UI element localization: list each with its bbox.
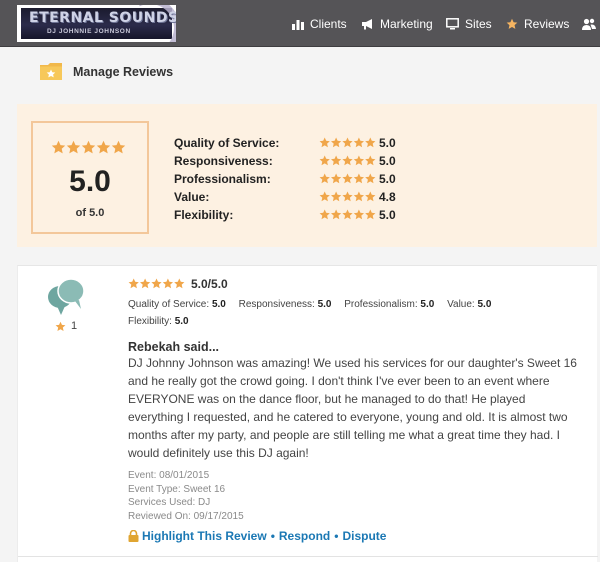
- highlight-review-link[interactable]: Highlight This Review: [142, 529, 267, 543]
- review-author: Rebekah said...: [128, 340, 220, 354]
- category-label: Responsiveness:: [174, 154, 273, 168]
- review-category-label: Value:: [447, 299, 475, 310]
- category-row-responsiveness: Responsiveness: 5.0: [174, 154, 414, 169]
- brand-logo[interactable]: ETERNAL SOUNDS DJ JOHNNIE JOHNSON: [17, 5, 176, 42]
- category-star-rating: [319, 137, 376, 148]
- megaphone-icon: [362, 19, 372, 30]
- overall-star-rating: [51, 140, 126, 154]
- users-icon: [582, 18, 596, 30]
- nav-reviews[interactable]: Reviews: [506, 16, 569, 32]
- review-category-scores: Quality of Service: 5.0 Responsiveness: …: [128, 296, 568, 330]
- logo-banner: ETERNAL SOUNDS DJ JOHNNIE JOHNSON: [21, 5, 176, 42]
- category-star-rating: [319, 209, 376, 220]
- category-value: 5.0: [379, 154, 396, 168]
- review-category-label: Responsiveness:: [238, 299, 315, 310]
- review-score: 5.0/5.0: [191, 277, 228, 291]
- review-actions: Highlight This Review • Respond • Disput…: [128, 529, 386, 543]
- logo-title: ETERNAL SOUNDS: [29, 10, 176, 26]
- review-like-count[interactable]: 1: [55, 320, 77, 332]
- review-category-value: 5.0: [174, 316, 189, 327]
- rating-summary-panel: 5.0 of 5.0 Quality of Service: 5.0 Respo…: [17, 104, 597, 247]
- review-rating: 5.0/5.0: [128, 277, 228, 291]
- nav-clients-label: Clients: [310, 17, 347, 31]
- review-category-label: Professionalism:: [344, 299, 418, 310]
- category-label: Quality of Service:: [174, 136, 280, 150]
- category-label: Professionalism:: [174, 172, 271, 186]
- review-category-label: Quality of Service:: [128, 299, 210, 310]
- folder-star-icon: [40, 63, 62, 80]
- review-event-date: Event: 08/01/2015: [128, 470, 210, 481]
- category-star-rating: [319, 155, 376, 166]
- category-row-quality: Quality of Service: 5.0: [174, 136, 414, 151]
- monitor-icon: [446, 18, 459, 30]
- star-icon: [81, 140, 96, 154]
- category-row-value: Value: 4.8: [174, 190, 414, 205]
- overall-score: 5.0: [69, 165, 111, 198]
- nav-account[interactable]: [582, 16, 600, 32]
- nav-reviews-label: Reviews: [524, 17, 570, 31]
- nav-marketing[interactable]: Marketing: [361, 16, 433, 32]
- category-label: Value:: [174, 190, 210, 204]
- overall-rating-box: 5.0 of 5.0: [31, 121, 149, 234]
- page-header: Manage Reviews: [40, 63, 173, 80]
- category-star-rating: [319, 173, 376, 184]
- review-category-flexibility: Flexibility: 5.0: [128, 316, 189, 327]
- review-meta: Event: 08/01/2015 Event Type: Sweet 16 S…: [128, 469, 244, 523]
- star-icon: [111, 140, 126, 154]
- overall-out-of: of 5.0: [75, 207, 105, 219]
- category-row-professionalism: Professionalism: 5.0: [174, 172, 414, 187]
- logo-subtitle: DJ JOHNNIE JOHNSON: [47, 28, 131, 35]
- star-icon: [96, 140, 111, 154]
- review-category-label: Flexibility:: [128, 316, 172, 327]
- review-category-responsiveness: Responsiveness: 5.0: [239, 299, 332, 310]
- review-services: Services Used: DJ: [128, 497, 211, 508]
- review-body: DJ Johnny Johnson was amazing! We used h…: [128, 356, 577, 460]
- review-card: 1 5.0/5.0 Quality of Service: 5.0 Respon…: [17, 265, 598, 562]
- star-icon: [55, 321, 66, 331]
- category-label: Flexibility:: [174, 208, 234, 222]
- action-separator: •: [270, 529, 275, 543]
- page-title: Manage Reviews: [73, 64, 174, 79]
- top-nav-bar: ETERNAL SOUNDS DJ JOHNNIE JOHNSON Client…: [0, 0, 600, 47]
- review-category-value: Value: 5.0: [447, 299, 491, 310]
- respond-link[interactable]: Respond: [279, 529, 330, 543]
- review-category-value: 5.0: [420, 299, 435, 310]
- review-category-value: 5.0: [211, 299, 226, 310]
- nav-sites[interactable]: Sites: [446, 16, 492, 32]
- lock-icon: [128, 530, 139, 542]
- action-separator: •: [334, 529, 339, 543]
- nav-sites-label: Sites: [465, 17, 492, 31]
- category-value: 4.8: [379, 190, 396, 204]
- review-reviewed-on: Reviewed On: 09/17/2015: [128, 510, 244, 522]
- bar-chart-icon: [292, 20, 304, 30]
- review-event-type: Event Type: Sweet 16: [128, 483, 226, 495]
- category-row-flexibility: Flexibility: 5.0: [174, 208, 414, 223]
- review-category-professionalism: Professionalism: 5.0: [344, 299, 434, 310]
- nav-clients[interactable]: Clients: [292, 16, 347, 32]
- category-value: 5.0: [379, 208, 396, 222]
- chat-bubbles-icon: [48, 278, 85, 315]
- category-value: 5.0: [379, 172, 396, 186]
- review-divider: [18, 556, 598, 557]
- review-star-rating: [128, 278, 185, 289]
- star-icon: [51, 140, 66, 154]
- review-category-quality: Quality of Service: 5.0: [128, 299, 226, 310]
- nav-marketing-label: Marketing: [380, 17, 433, 31]
- like-count: 1: [71, 320, 78, 332]
- review-category-value: 5.0: [477, 299, 492, 310]
- star-icon: [506, 18, 518, 29]
- dispute-link[interactable]: Dispute: [342, 529, 386, 543]
- category-star-rating: [319, 191, 376, 202]
- category-value: 5.0: [379, 136, 396, 150]
- review-category-value: 5.0: [317, 299, 332, 310]
- star-icon: [66, 140, 81, 154]
